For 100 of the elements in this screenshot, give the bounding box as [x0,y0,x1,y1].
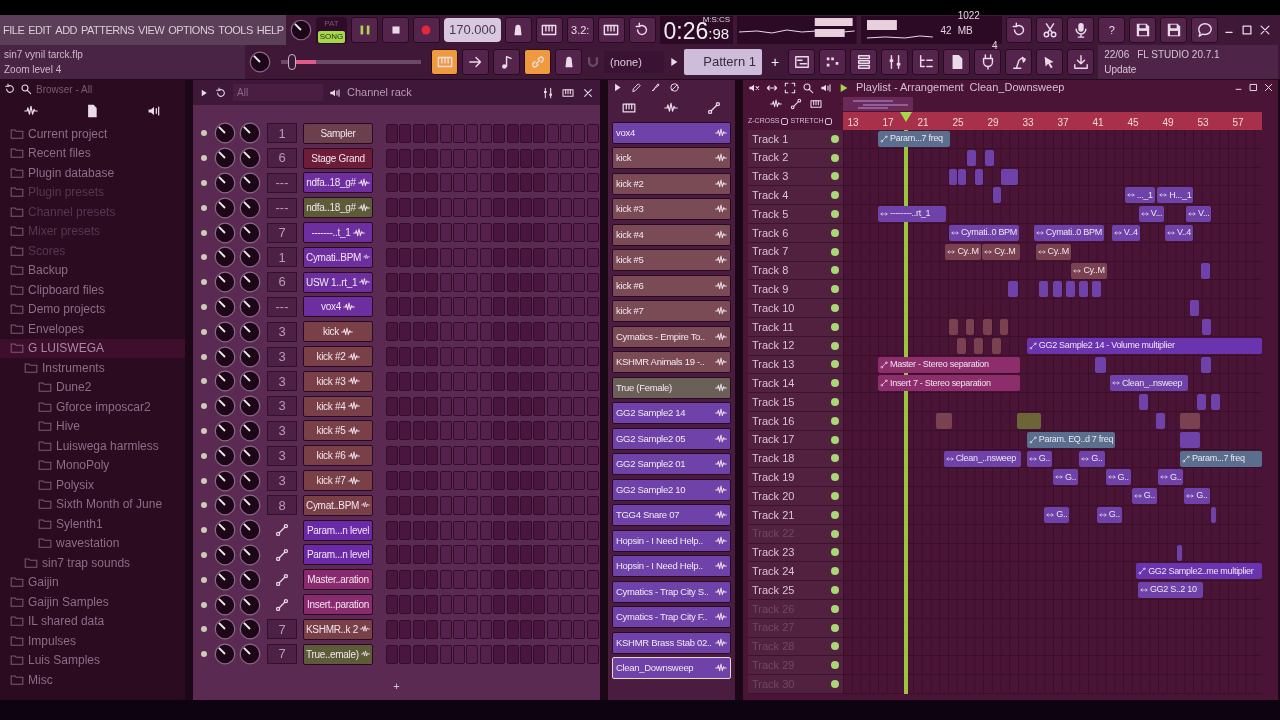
track-lane[interactable]: G.. G.. G.. [843,468,1262,488]
update-link[interactable]: Update [1104,62,1273,77]
audio-clip[interactable]: G.. [1158,469,1184,486]
mixer-track-field[interactable]: 6 [267,272,297,293]
add-channel-button[interactable]: + [385,679,408,692]
browser-item[interactable]: Recent files [0,143,185,163]
audio-clip[interactable]: Cy..M [945,243,982,260]
audio-clip[interactable]: Cymati..0 BPM [1033,225,1104,241]
audio-clip[interactable]: V... [1138,206,1165,223]
audio-clip[interactable]: G.. [1096,506,1122,523]
browser-item[interactable]: Plugin database [0,163,185,183]
clip-source-item[interactable]: GG2 Sample2 14 [612,402,731,425]
clip-source-item[interactable]: kick #2 [612,172,731,195]
browser-item[interactable]: Sixth Month of June [0,494,185,514]
clip-source-item[interactable]: Cymatics - Trap City F.. [612,606,731,629]
browser-item[interactable]: Luiswega harmless [0,436,185,456]
mixer-track-field[interactable]: 3 [267,470,297,491]
automation-clip[interactable]: Param. EQ..d 7 freq [1026,431,1116,448]
mixer-track-field[interactable]: 3 [267,396,297,417]
news-panel[interactable]: 22/06 FL STUDIO 20.7.1 Update [1098,45,1279,79]
automation-clip[interactable]: Param...7 freq [1179,450,1263,467]
track-header[interactable]: Track 4 [748,186,843,206]
audio-clip[interactable]: G.. [1026,450,1052,467]
browser-item[interactable]: Gaijin Samples [0,592,185,612]
channel-button[interactable]: Cymati..BPM [303,246,373,268]
audio-clip[interactable]: V... [1186,206,1212,223]
track-header[interactable]: Track 9 [748,280,843,300]
channel-button[interactable]: Cymat..BPM [303,494,373,516]
browser-item[interactable]: Sylenth1 [0,514,185,534]
channel-button[interactable]: ndfa..18_g# [303,172,373,194]
menu-item[interactable]: PATTERNS [81,21,135,39]
menu-item[interactable]: FILE [3,21,25,39]
browser-item[interactable]: Polysix [0,475,185,495]
audio-clip[interactable]: --------..rt_1 [878,206,947,223]
browser-item[interactable]: Gaijin [0,572,185,592]
clip-source-item[interactable]: Cymatics - Empire To.. [612,325,731,348]
audio-clip[interactable]: V..4 [1165,225,1193,241]
audio-clip[interactable]: Cy..M [982,243,1020,260]
menu-item[interactable]: HELP [256,21,284,39]
clip-source-item[interactable]: True (Female) [612,376,731,399]
mode-option[interactable]: SONG [317,30,346,43]
channel-button[interactable]: True..emale) [303,643,373,665]
browser-item[interactable]: Clipboard files [0,280,185,300]
channel-button[interactable]: kick #4 [303,395,373,417]
track-header[interactable]: Track 1 [748,130,843,149]
track-header[interactable]: Track 20 [748,487,843,506]
timeline-ruler[interactable]: 13 17 21 25 29 33 37 41 45 49 53 57 [843,112,1262,130]
clip-source-item[interactable]: Hopsin - I Need Help.. [612,529,731,552]
mixer-track-field[interactable]: 3 [267,445,297,466]
audio-clip[interactable]: V..4 [1111,225,1140,241]
track-header[interactable]: Track 10 [748,299,843,318]
mixer-track-field[interactable]: 7 [267,222,297,243]
clip-source-item[interactable]: kick #5 [612,249,731,272]
channel-button[interactable]: kick #6 [303,445,373,467]
menu-item[interactable]: VIEW [138,21,165,39]
clip-source-item[interactable]: TGG4 Snare 07 [612,504,731,527]
clip-source-item[interactable]: KSHMR Brass Stab 02.. [612,631,731,654]
audio-clip[interactable]: GG2 S..2 10 [1137,582,1203,599]
channel-button[interactable]: Sampler [303,122,373,144]
menu-item[interactable]: EDIT [28,21,52,39]
audio-clip[interactable]: G.. [1044,506,1070,523]
audio-clip[interactable]: G.. [1053,469,1079,486]
track-header[interactable]: Track 5 [748,205,843,224]
clip-source-item[interactable]: KSHMR Animals 19 -.. [612,351,731,374]
audio-clip[interactable]: G.. [1105,469,1131,486]
mixer-track-field[interactable]: 3 [267,321,297,342]
track-lane[interactable]: GG2 Sample2..me multiplier [843,562,1262,582]
browser-item[interactable]: MonoPoly [0,455,185,475]
track-lane[interactable]: GG2 S..2 10 [843,581,1262,600]
help-button[interactable]: ? [1098,17,1126,43]
audio-clip[interactable]: G.. [1079,450,1105,467]
channel-button[interactable]: Stage Grand [303,147,373,169]
audio-clip[interactable]: Cy..M [1071,262,1107,279]
clip-source-item[interactable]: kick [612,147,731,170]
clip-source-item[interactable]: Hopsin - I Need Help.. [612,555,731,578]
clip-source-item[interactable]: kick #7 [612,300,731,323]
audio-clip[interactable]: G.. [1131,488,1157,505]
pattern-breadcrumb[interactable]: Clean_Downsweep [969,79,1065,96]
automation-clip[interactable]: Param...7 freq [878,131,950,147]
pattern-selector[interactable]: Pattern 1 [684,49,762,75]
track-header[interactable]: Track 15 [748,393,843,412]
browser-item[interactable]: Impulses [0,631,185,651]
channel-button[interactable]: Insert..paration [303,594,373,616]
channel-button[interactable]: KSHMR..k 2 [303,618,373,640]
browser-item[interactable]: Gforce imposcar2 [0,397,185,417]
audio-clip[interactable]: Cymati..0 BPM [948,225,1019,241]
automation-clip[interactable]: Insert 7 - Stereo separation [878,375,1020,392]
mixer-track-field[interactable]: 3 [267,420,297,441]
track-header[interactable]: Track 19 [748,468,843,488]
track-lane[interactable]: Insert 7 - Stereo separation Clean_..nsweep [843,374,1262,394]
channel-button[interactable]: kick #2 [303,346,373,368]
clip-source-item[interactable]: GG2 Sample2 10 [612,478,731,501]
browser-item[interactable]: wavestation [0,533,185,553]
track-header[interactable]: Track 25 [748,581,843,600]
clip-source-item[interactable]: kick #6 [612,274,731,297]
channel-button[interactable]: ndfa..18_g# [303,197,373,219]
mixer-track-field[interactable]: 6 [267,148,297,169]
mixer-track-field[interactable]: 8 [267,495,297,516]
browser-item[interactable]: Dune2 [0,377,185,397]
clip-source-item[interactable]: Cymatics - Trap City S.. [612,580,731,603]
